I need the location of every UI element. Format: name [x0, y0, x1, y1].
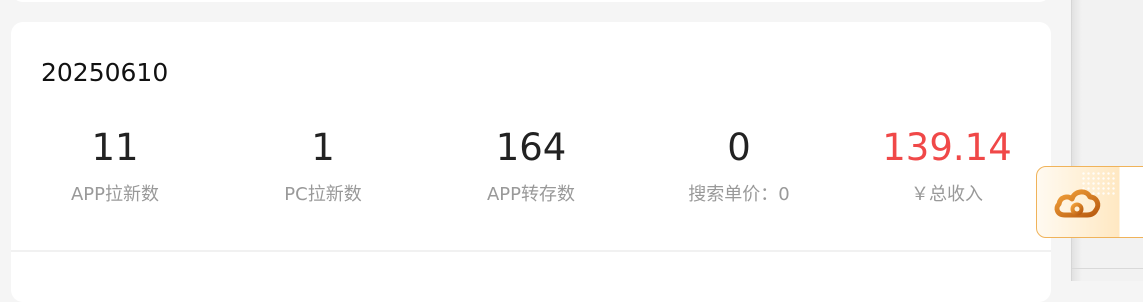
stat-value: 1 [311, 126, 335, 169]
card-divider [11, 250, 1051, 252]
stat-label: APP转存数 [486, 184, 576, 205]
stats-row: 11 APP拉新数 1 PC拉新数 164 APP转存数 0 搜索单价：0 13… [11, 126, 1051, 216]
previous-card [11, 0, 1051, 2]
stat-search-unit-price: 0 搜索单价：0 [635, 126, 843, 206]
panel-divider [1072, 268, 1143, 269]
stat-app-saves: 164 APP转存数 [427, 126, 635, 206]
stat-pc-new-users: 1 PC拉新数 [219, 126, 427, 206]
panel-shadow [1072, 0, 1082, 281]
right-edge-panel [1071, 0, 1143, 281]
stat-label: APP拉新数 [70, 184, 160, 205]
stat-label: ￥总收入 [911, 184, 983, 205]
stat-app-new-users: 11 APP拉新数 [11, 126, 219, 206]
floating-cloud-button[interactable] [1036, 166, 1143, 238]
stat-label: PC拉新数 [284, 184, 362, 205]
stat-value: 11 [91, 126, 139, 169]
cloud-icon [1054, 189, 1101, 218]
stat-value: 164 [495, 126, 567, 169]
stat-total-income: 139.14 ￥总收入 [843, 126, 1051, 206]
stat-value: 139.14 [882, 126, 1012, 169]
daily-stats-card: 20250610 11 APP拉新数 1 PC拉新数 164 APP转存数 0 … [11, 22, 1051, 302]
stat-label: 搜索单价：0 [688, 184, 790, 205]
stat-value: 0 [727, 126, 751, 169]
card-date: 20250610 [41, 58, 169, 87]
